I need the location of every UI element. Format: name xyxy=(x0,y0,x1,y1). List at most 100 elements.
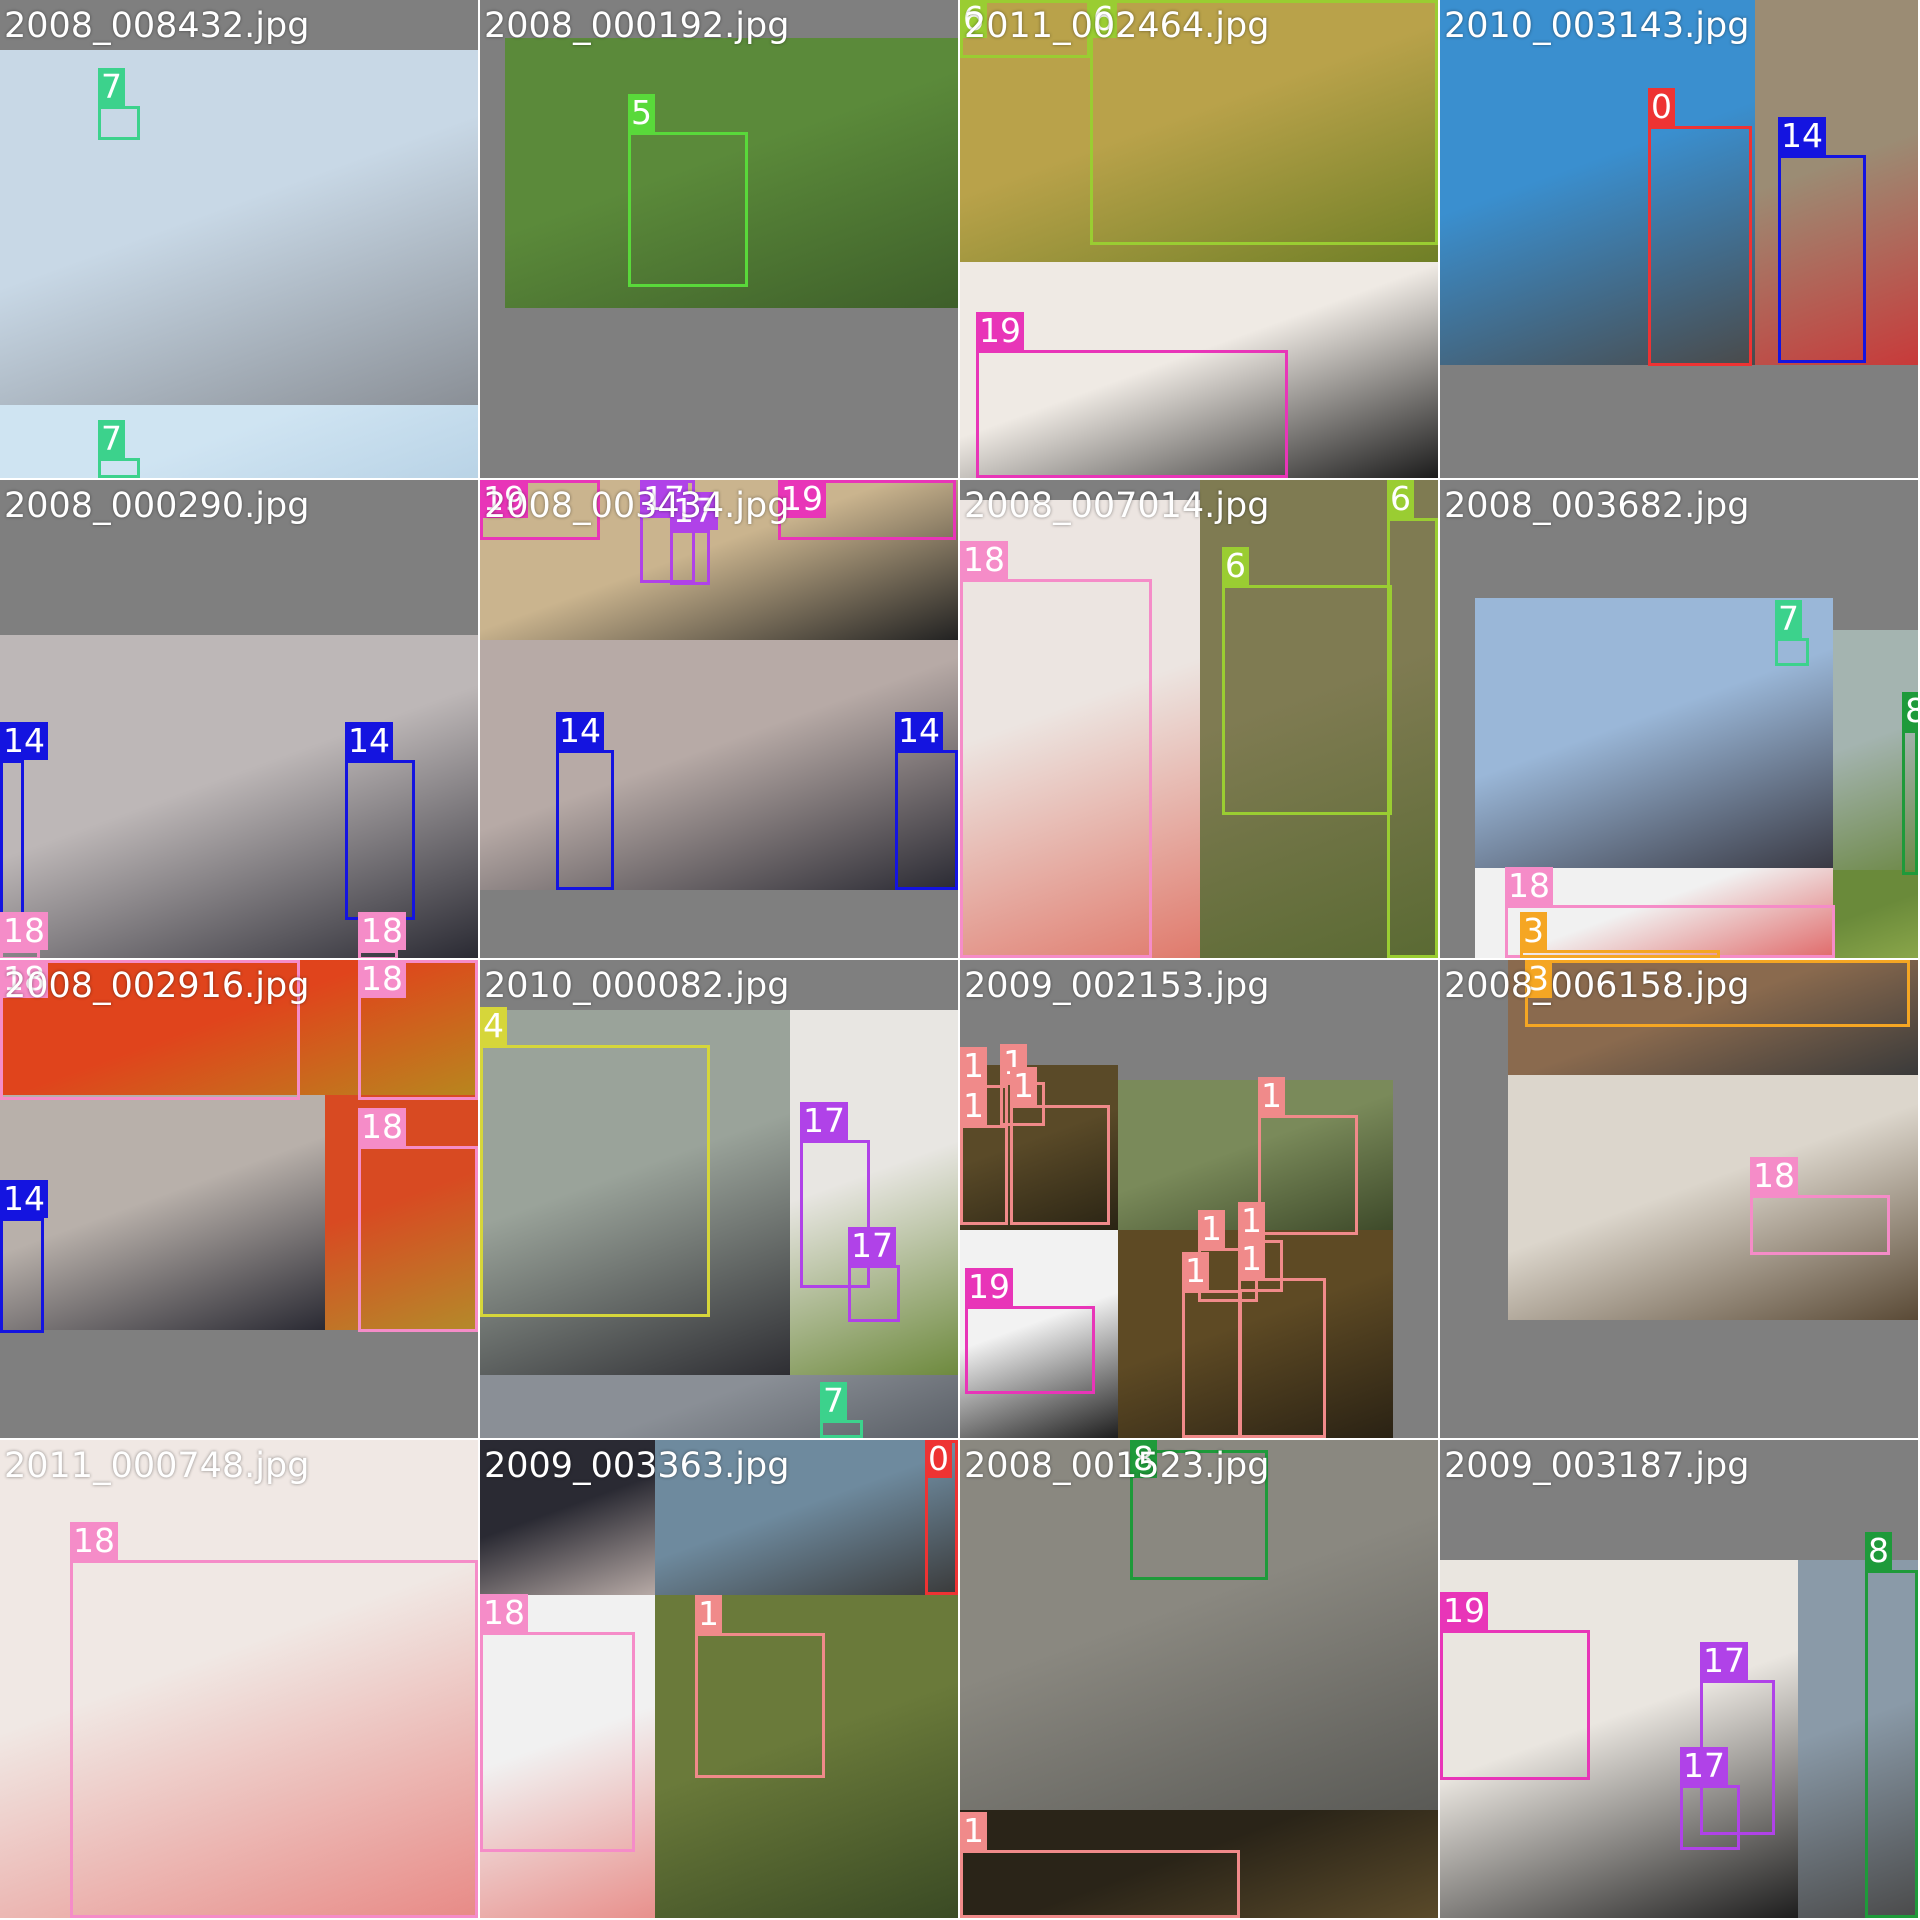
image-filename: 2011_002464.jpg xyxy=(964,6,1270,46)
bounding-box xyxy=(1520,950,1720,958)
mosaic-tile: 2008_000290.jpg 14 14 18 18 xyxy=(0,480,480,960)
photo-crop xyxy=(480,1375,958,1438)
class-label: 1 xyxy=(1182,1252,1209,1290)
bounding-box xyxy=(358,950,398,958)
mosaic-tile: 2008_003434.jpg 19 17 17 19 14 14 xyxy=(480,480,960,960)
mosaic-tile: 2011_000748.jpg 18 xyxy=(0,1440,480,1920)
bounding-box xyxy=(1387,518,1438,958)
bounding-box xyxy=(1182,1290,1242,1438)
mosaic-tile: 2009_002153.jpg 1 1 1 1 1 19 1 1 1 1 xyxy=(960,960,1440,1440)
class-label: 19 xyxy=(965,1268,1013,1306)
mosaic-tile: 2008_008432.jpg 7 7 xyxy=(0,0,480,480)
class-label: 8 xyxy=(1865,1532,1892,1570)
bounding-box xyxy=(695,1633,825,1778)
class-label: 4 xyxy=(480,1007,507,1045)
bounding-box xyxy=(960,1125,1008,1225)
image-filename: 2009_003187.jpg xyxy=(1444,1446,1750,1486)
mosaic-tile: 2010_003143.jpg 0 14 xyxy=(1440,0,1920,480)
image-filename: 2008_008432.jpg xyxy=(4,6,310,46)
class-label: 1 xyxy=(1010,1067,1037,1105)
bounding-box xyxy=(0,950,40,958)
bounding-box xyxy=(556,750,614,890)
batch-mosaic: 2008_008432.jpg 7 7 2008_000192.jpg 5 2011_00… xyxy=(0,0,1920,1920)
class-label: 1 xyxy=(960,1047,987,1085)
bounding-box xyxy=(976,350,1288,478)
bounding-box xyxy=(848,1265,900,1322)
class-label: 7 xyxy=(98,68,125,106)
class-label: 17 xyxy=(848,1227,896,1265)
bounding-box xyxy=(98,458,140,478)
bounding-box xyxy=(965,1306,1095,1394)
class-label: 17 xyxy=(1680,1747,1728,1785)
bounding-box xyxy=(1865,1570,1918,1918)
class-label: 18 xyxy=(1505,867,1553,905)
bounding-box xyxy=(1440,1630,1590,1780)
bounding-box xyxy=(1778,155,1866,363)
bounding-box xyxy=(1222,585,1392,815)
mosaic-tile: 2011_002464.jpg 6 6 19 xyxy=(960,0,1440,480)
mosaic-tile: 2009_003363.jpg 0 18 1 xyxy=(480,1440,960,1920)
image-filename: 2010_000082.jpg xyxy=(484,966,790,1006)
class-label: 18 xyxy=(358,960,406,998)
class-label: 7 xyxy=(98,420,125,458)
image-filename: 2009_003363.jpg xyxy=(484,1446,790,1486)
bounding-box xyxy=(1010,1105,1110,1225)
class-label: 14 xyxy=(895,712,943,750)
photo-crop xyxy=(0,405,478,478)
class-label: 1 xyxy=(1198,1210,1225,1248)
class-label: 18 xyxy=(480,1594,528,1632)
class-label: 6 xyxy=(1222,547,1249,585)
image-filename: 2008_000290.jpg xyxy=(4,486,310,526)
bounding-box xyxy=(480,1632,635,1852)
bounding-box xyxy=(1648,126,1752,366)
mosaic-tile: 2010_000082.jpg 4 17 17 7 xyxy=(480,960,960,1440)
class-label: 1 xyxy=(960,1812,987,1850)
bounding-box xyxy=(1238,1278,1326,1438)
class-label: 14 xyxy=(1778,117,1826,155)
bounding-box xyxy=(1750,1195,1890,1255)
photo-crop xyxy=(1833,870,1918,958)
class-label: 0 xyxy=(1648,88,1675,126)
bounding-box xyxy=(0,760,24,920)
image-filename: 2008_007014.jpg xyxy=(964,486,1270,526)
mosaic-tile: 2009_003187.jpg 19 17 17 8 xyxy=(1440,1440,1920,1920)
bounding-box xyxy=(1680,1785,1740,1850)
class-label: 0 xyxy=(925,1440,952,1478)
class-label: 19 xyxy=(976,312,1024,350)
class-label: 14 xyxy=(345,722,393,760)
mosaic-tile: 2008_006158.jpg 3 18 xyxy=(1440,960,1920,1440)
class-label: 18 xyxy=(358,912,406,950)
class-label: 18 xyxy=(960,541,1008,579)
bounding-box xyxy=(628,132,748,287)
class-label: 7 xyxy=(820,1382,847,1420)
class-label: 17 xyxy=(800,1102,848,1140)
image-filename: 2008_006158.jpg xyxy=(1444,966,1750,1006)
class-label: 19 xyxy=(1440,1592,1488,1630)
class-label: 18 xyxy=(1750,1157,1798,1195)
image-filename: 2008_001523.jpg xyxy=(964,1446,1270,1486)
photo-crop xyxy=(0,50,478,405)
class-label: 18 xyxy=(358,1108,406,1146)
image-filename: 2009_002153.jpg xyxy=(964,966,1270,1006)
image-filename: 2008_003682.jpg xyxy=(1444,486,1750,526)
class-label: 1 xyxy=(1258,1077,1285,1115)
bounding-box xyxy=(98,106,140,140)
bounding-box xyxy=(960,579,1152,958)
class-label: 8 xyxy=(1902,692,1918,730)
image-filename: 2008_000192.jpg xyxy=(484,6,790,46)
bounding-box xyxy=(480,1045,710,1317)
class-label: 5 xyxy=(628,94,655,132)
bounding-box xyxy=(70,1560,478,1918)
class-label: 18 xyxy=(0,912,48,950)
bounding-box xyxy=(670,530,710,585)
photo-crop xyxy=(480,640,958,890)
class-label: 17 xyxy=(1700,1642,1748,1680)
class-label: 1 xyxy=(960,1087,987,1125)
bounding-box xyxy=(895,750,958,890)
mosaic-tile: 2008_002916.jpg 18 18 18 14 xyxy=(0,960,480,1440)
mosaic-tile: 2008_000192.jpg 5 xyxy=(480,0,960,480)
class-label: 14 xyxy=(0,722,48,760)
bounding-box xyxy=(0,1218,44,1333)
class-label: 3 xyxy=(1520,912,1547,950)
bounding-box xyxy=(1775,638,1809,666)
